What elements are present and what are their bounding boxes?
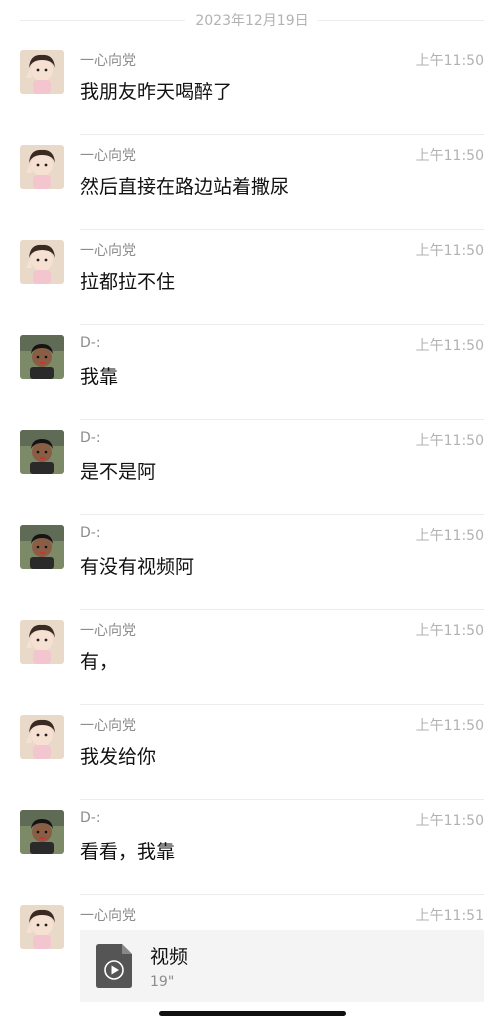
message-item[interactable]: 一心向党 上午11:50 有， bbox=[0, 610, 504, 705]
sender-name: 一心向党 bbox=[80, 53, 136, 69]
home-indicator[interactable] bbox=[159, 1011, 346, 1016]
avatar[interactable] bbox=[20, 430, 64, 474]
message-item[interactable]: D-: 上午11:50 有没有视频阿 bbox=[0, 515, 504, 610]
message-item[interactable]: 一心向党 上午11:50 我朋友昨天喝醉了 bbox=[0, 40, 504, 135]
message-text: 我发给你 bbox=[80, 746, 157, 768]
avatar[interactable] bbox=[20, 50, 64, 94]
date-separator: 2023年12月19日 bbox=[0, 0, 504, 40]
avatar[interactable] bbox=[20, 335, 64, 379]
message-time: 上午11:50 bbox=[415, 813, 484, 829]
avatar[interactable] bbox=[20, 145, 64, 189]
avatar[interactable] bbox=[20, 620, 64, 664]
sender-name: 一心向党 bbox=[80, 243, 136, 259]
message-text: 拉都拉不住 bbox=[80, 271, 176, 293]
message-item[interactable]: D-: 上午11:50 看看，我靠 bbox=[0, 800, 504, 895]
sender-name: 一心向党 bbox=[80, 623, 136, 639]
message-item[interactable]: 一心向党 上午11:50 我发给你 bbox=[0, 705, 504, 800]
message-text: 我朋友昨天喝醉了 bbox=[80, 81, 233, 103]
message-time: 上午11:50 bbox=[415, 148, 484, 164]
message-item[interactable]: D-: 上午11:50 我靠 bbox=[0, 325, 504, 420]
sender-name: 一心向党 bbox=[80, 718, 136, 734]
sender-name: D-: bbox=[80, 430, 101, 446]
message-item[interactable]: 一心向党 上午11:50 然后直接在路边站着撒尿 bbox=[0, 135, 504, 230]
avatar[interactable] bbox=[20, 810, 64, 854]
video-duration: 19" bbox=[150, 974, 175, 990]
avatar[interactable] bbox=[20, 715, 64, 759]
message-time: 上午11:50 bbox=[415, 718, 484, 734]
date-line-right bbox=[318, 20, 484, 21]
video-message-card[interactable]: 视频 19" bbox=[80, 930, 484, 1002]
video-file-icon bbox=[96, 944, 132, 988]
sender-name: D-: bbox=[80, 525, 101, 541]
message-time: 上午11:50 bbox=[415, 528, 484, 544]
message-time: 上午11:50 bbox=[415, 243, 484, 259]
avatar[interactable] bbox=[20, 240, 64, 284]
message-time: 上午11:50 bbox=[415, 338, 484, 354]
message-time: 上午11:50 bbox=[415, 623, 484, 639]
avatar[interactable] bbox=[20, 905, 64, 949]
sender-name: D-: bbox=[80, 810, 101, 826]
sender-name: D-: bbox=[80, 335, 101, 351]
sender-name: 一心向党 bbox=[80, 908, 136, 924]
message-item[interactable]: 一心向党 上午11:50 拉都拉不住 bbox=[0, 230, 504, 325]
avatar[interactable] bbox=[20, 525, 64, 569]
message-time: 上午11:51 bbox=[415, 908, 484, 924]
message-text: 有没有视频阿 bbox=[80, 556, 195, 578]
message-text: 我靠 bbox=[80, 366, 119, 388]
sender-name: 一心向党 bbox=[80, 148, 136, 164]
message-item[interactable]: D-: 上午11:50 是不是阿 bbox=[0, 420, 504, 515]
message-text: 有， bbox=[80, 651, 119, 673]
message-time: 上午11:50 bbox=[415, 53, 484, 69]
message-text: 看看，我靠 bbox=[80, 841, 176, 863]
video-title: 视频 bbox=[150, 946, 189, 968]
message-time: 上午11:50 bbox=[415, 433, 484, 449]
message-text: 是不是阿 bbox=[80, 461, 157, 483]
message-text: 然后直接在路边站着撒尿 bbox=[80, 176, 290, 198]
